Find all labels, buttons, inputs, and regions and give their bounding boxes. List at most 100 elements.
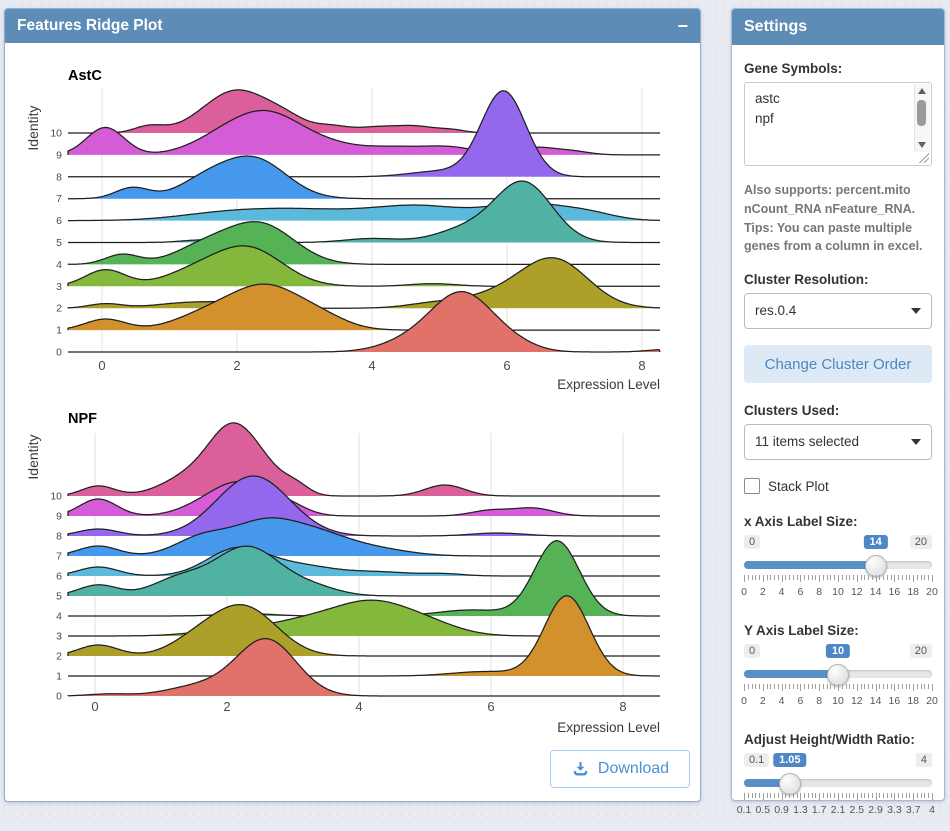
slider-tick	[864, 793, 865, 798]
slider-handle[interactable]	[827, 664, 849, 686]
y-tick-label: 2	[56, 303, 62, 315]
slider-tick	[823, 575, 824, 580]
slider-handle[interactable]	[779, 773, 801, 795]
slider-tick	[932, 684, 933, 691]
slider-pip-label: 14	[870, 586, 882, 598]
slider-tick	[909, 793, 910, 798]
y-tick-label: 5	[56, 237, 62, 249]
x-axis-size-label: x Axis Label Size:	[744, 514, 932, 529]
clusters-used-select[interactable]: 11 items selected	[744, 424, 932, 460]
slider-tick	[909, 575, 910, 580]
settings-header: Settings	[732, 9, 944, 45]
y-axis-label: Identity	[25, 434, 41, 479]
settings-panel: Settings Gene Symbols: astc npf Also sup…	[731, 8, 945, 801]
slider-tick	[894, 575, 895, 582]
slider-tick	[906, 684, 907, 689]
collapse-minus-icon[interactable]: −	[677, 17, 688, 35]
slider-pip-label: 6	[797, 586, 803, 598]
slider-pip-label: 2	[760, 695, 766, 707]
slider-tick	[928, 575, 929, 580]
stack-plot-checkbox[interactable]	[744, 478, 760, 494]
ridge-row-6	[68, 203, 660, 221]
slider-tick	[872, 575, 873, 580]
slider-tick	[842, 793, 843, 798]
slider-track[interactable]	[744, 779, 932, 787]
cluster-resolution-select[interactable]: res.0.4	[744, 293, 932, 329]
slider-tick	[785, 793, 786, 798]
slider-value-badge: 10	[826, 644, 850, 658]
slider-tick	[812, 684, 813, 689]
slider-pip-label: 1.3	[793, 804, 808, 816]
slider-tick	[917, 793, 918, 798]
slider-ticks	[744, 793, 932, 801]
slider-pip-labels: 02468101214161820	[744, 695, 932, 707]
slider-tick	[879, 793, 880, 798]
slider-tick	[842, 684, 843, 689]
features-ridge-plot-header: Features Ridge Plot −	[5, 9, 700, 43]
slider-tick	[767, 575, 768, 580]
slider-tick	[752, 575, 753, 580]
scrollbar-thumb[interactable]	[917, 100, 926, 126]
slider-tick	[838, 575, 839, 582]
slider-tick	[767, 684, 768, 689]
stack-plot-option[interactable]: Stack Plot	[744, 478, 932, 494]
download-button[interactable]: Download	[550, 750, 690, 788]
slider-value-badge: 1.05	[773, 753, 806, 767]
slider-pip-label: 18	[907, 695, 919, 707]
slider-tick	[830, 575, 831, 580]
y-tick-label: 1	[56, 671, 62, 683]
slider-tick	[793, 684, 794, 689]
gene-symbols-textarea[interactable]: astc npf	[744, 82, 932, 166]
slider-tick	[849, 793, 850, 798]
slider-tick	[913, 793, 914, 800]
slider-tick	[913, 684, 914, 691]
slider-tick	[827, 575, 828, 580]
slider-tick	[898, 793, 899, 798]
slider-tick	[932, 575, 933, 582]
slider-tick	[812, 793, 813, 798]
y-tick-label: 3	[56, 281, 62, 293]
clusters-used-label: Clusters Used:	[744, 403, 932, 418]
slider-tick	[778, 575, 779, 580]
y-tick-label: 8	[56, 531, 62, 543]
slider-tick	[883, 684, 884, 689]
slider-pip-label: 14	[870, 695, 882, 707]
slider-tick	[906, 793, 907, 798]
slider-tick	[778, 793, 779, 798]
slider-pip-label: 4	[929, 804, 935, 816]
slider-tick	[808, 793, 809, 798]
slider-pip-label: 12	[851, 586, 863, 598]
slider-tick	[774, 684, 775, 689]
slider-pip-label: 12	[851, 695, 863, 707]
slider-handle[interactable]	[865, 555, 887, 577]
slider-track[interactable]	[744, 561, 932, 569]
change-cluster-order-button[interactable]: Change Cluster Order	[744, 345, 932, 383]
slider-pip-label: 2	[760, 586, 766, 598]
y-axis-size-slider[interactable]: 0201002468101214161820	[744, 644, 932, 710]
textarea-scrollbar[interactable]	[914, 84, 930, 152]
slider-pip-labels: 02468101214161820	[744, 586, 932, 598]
slider-tick	[864, 684, 865, 689]
slider-tick	[887, 575, 888, 580]
slider-tick	[861, 793, 862, 798]
y-tick-label: 6	[56, 571, 62, 583]
scroll-down-icon[interactable]	[918, 142, 926, 148]
slider-track[interactable]	[744, 670, 932, 678]
ratio-slider[interactable]: 0.141.050.10.50.91.31.72.12.52.93.33.74	[744, 753, 932, 819]
slider-tick	[879, 684, 880, 689]
slider-tick	[928, 684, 929, 689]
resize-grip-icon[interactable]	[919, 153, 929, 163]
slider-pip-label: 2.1	[831, 804, 846, 816]
scroll-up-icon[interactable]	[918, 88, 926, 94]
slider-tick	[846, 793, 847, 798]
gene-line: npf	[755, 109, 905, 129]
y-tick-label: 3	[56, 631, 62, 643]
x-axis-size-slider[interactable]: 0201402468101214161820	[744, 535, 932, 601]
slider-tick	[808, 575, 809, 580]
y-tick-label: 9	[56, 511, 62, 523]
slider-tick	[763, 684, 764, 691]
slider-tick	[883, 575, 884, 580]
slider-tick	[789, 793, 790, 798]
slider-tick	[924, 684, 925, 689]
slider-tick	[827, 684, 828, 689]
